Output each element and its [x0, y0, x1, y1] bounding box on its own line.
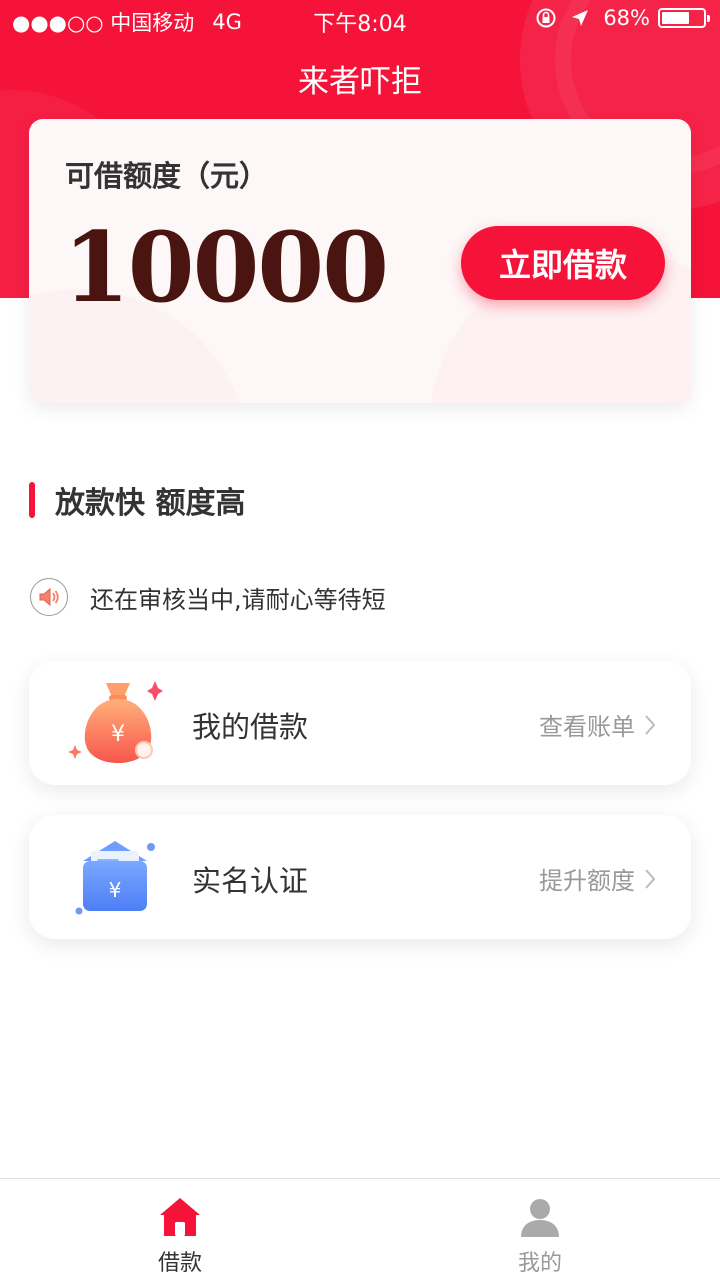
- raise-limit-link[interactable]: 提升额度: [539, 861, 657, 896]
- card-action-label: 查看账单: [539, 713, 635, 741]
- card-action-label: 提升额度: [539, 867, 635, 895]
- location-arrow-icon: [572, 10, 589, 26]
- section-header: 放款快 额度高: [29, 478, 245, 522]
- envelope-yuan-icon: ¥: [67, 829, 163, 925]
- tab-label: 借款: [157, 1251, 202, 1276]
- borrow-now-button[interactable]: 立即借款: [461, 226, 665, 300]
- money-bag-icon: ¥: [67, 675, 163, 771]
- card-title: 我的借款: [192, 710, 309, 744]
- battery-icon: [658, 8, 710, 28]
- section-title: 放款快 额度高: [55, 486, 246, 521]
- notice-bar[interactable]: 还在审核当中,请耐心等待短: [30, 577, 386, 617]
- battery-fill: [662, 12, 689, 24]
- credit-limit-label: 可借额度（元）: [65, 159, 269, 193]
- svg-text:¥: ¥: [109, 878, 122, 902]
- status-bar: ●●●○○ 中国移动 4G 下午8:04 68%: [0, 0, 720, 40]
- chevron-right-icon: [645, 868, 656, 889]
- real-name-verification-card[interactable]: ¥ 实名认证 提升额度: [29, 815, 691, 939]
- status-right: 68%: [535, 6, 710, 30]
- speaker-icon: [30, 578, 68, 616]
- user-icon: [521, 1199, 559, 1237]
- card-title: 实名认证: [192, 864, 309, 898]
- chevron-right-icon: [645, 714, 656, 735]
- tab-bar: 借款 我的: [0, 1178, 720, 1280]
- tab-mine[interactable]: 我的: [360, 1179, 720, 1279]
- battery-tip: [707, 15, 710, 22]
- home-icon: [160, 1198, 200, 1236]
- svg-text:¥: ¥: [111, 722, 125, 747]
- credit-card: 可借额度（元） 10000 立即借款: [29, 119, 691, 403]
- tab-label: 我的: [517, 1251, 562, 1276]
- section-accent-bar: [29, 482, 35, 518]
- page-title: 来者吓拒: [298, 64, 422, 100]
- view-bills-link[interactable]: 查看账单: [539, 707, 657, 742]
- battery-percent: 68%: [603, 6, 650, 30]
- tab-borrow[interactable]: 借款: [0, 1179, 360, 1279]
- notice-text: 还在审核当中,请耐心等待短: [90, 585, 386, 614]
- rotation-lock-icon: [536, 8, 556, 28]
- credit-amount: 10000: [63, 211, 389, 324]
- my-loans-card[interactable]: ¥ 我的借款 查看账单: [29, 661, 691, 785]
